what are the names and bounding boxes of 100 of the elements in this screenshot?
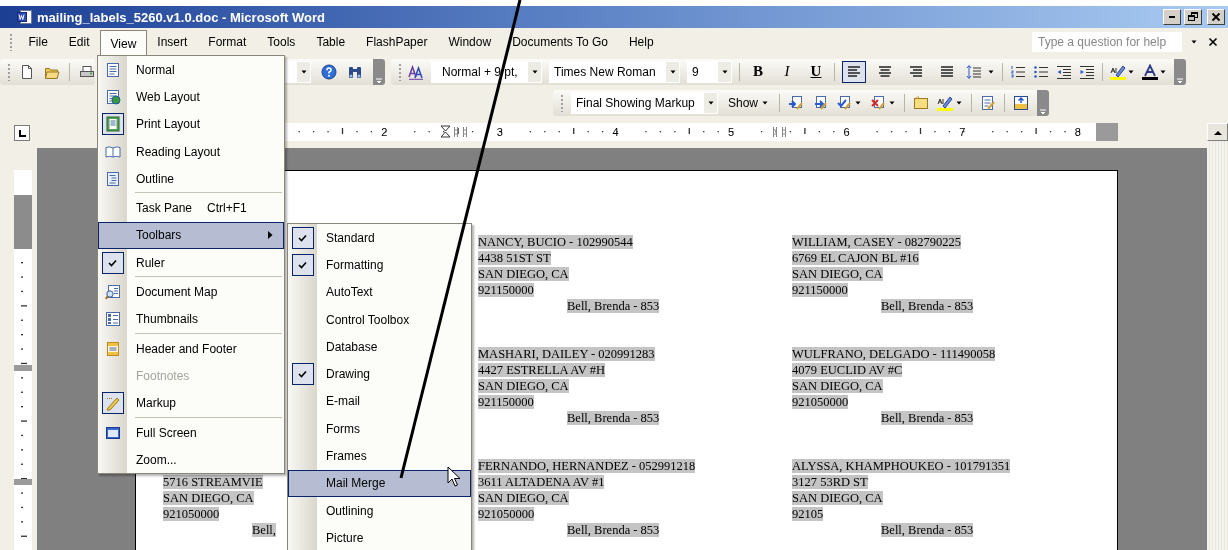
menu-item[interactable]: Picture <box>288 524 471 550</box>
printer-icon[interactable] <box>79 63 95 80</box>
checkmark-icon <box>291 226 314 249</box>
decrease-indent-icon[interactable] <box>1056 63 1072 80</box>
menu-bar-item[interactable]: Table <box>305 30 356 54</box>
numbered-list-icon[interactable] <box>1010 63 1026 80</box>
accept-change-icon[interactable] <box>836 94 853 111</box>
track-changes-icon[interactable] <box>980 94 997 111</box>
menu-item[interactable]: Markup <box>98 389 284 417</box>
style-dropdown[interactable]: Normal + 9 pt, <box>431 60 542 83</box>
checkmark-icon <box>101 251 124 274</box>
dropdown-arrow-icon <box>1190 38 1198 46</box>
close-icon <box>1211 12 1221 22</box>
menu-item[interactable]: Forms <box>288 415 471 443</box>
markup-display-dropdown[interactable]: Final Showing Markup <box>571 91 718 114</box>
highlighter-icon[interactable] <box>1110 63 1126 80</box>
menu-item[interactable]: Outlining <box>288 496 471 525</box>
web-page-icon <box>104 88 121 105</box>
text-style-button[interactable]: I <box>776 63 798 80</box>
menu-bar-item[interactable]: Insert <box>146 30 198 54</box>
document-icon <box>104 61 121 78</box>
menu-bar-item[interactable]: Edit <box>58 30 101 54</box>
font-dropdown[interactable]: Times New Roman <box>549 60 680 83</box>
scroll-up-button[interactable] <box>1207 123 1228 141</box>
ruler-number: 7 <box>959 125 966 139</box>
menu-bar-item[interactable]: Documents To Go <box>501 30 619 54</box>
tab-selector[interactable] <box>14 125 30 141</box>
text-style-button[interactable]: B <box>747 63 769 80</box>
menu-item[interactable]: Print Layout <box>98 110 284 138</box>
ruler-number: 6 <box>843 125 850 139</box>
column-marker-icon[interactable] <box>772 125 788 139</box>
menu-bar-item[interactable]: FlashPaper <box>355 30 438 54</box>
menu-item[interactable]: Full Screen <box>98 418 284 447</box>
menu-item[interactable]: Ruler <box>98 249 284 277</box>
menu-item[interactable]: E-mail <box>288 387 471 416</box>
minimize-button[interactable] <box>1163 9 1181 25</box>
menu-item[interactable]: Mail Merge <box>288 469 471 497</box>
checkmark-icon <box>291 363 314 386</box>
help-icon[interactable] <box>321 63 337 80</box>
menu-bar-item[interactable]: Tools <box>256 30 306 54</box>
menu-item[interactable]: Reading Layout <box>98 137 284 166</box>
header-footer-icon <box>104 340 121 357</box>
menu-item[interactable]: Control Toolbox <box>288 305 471 334</box>
reviewing-pane-icon[interactable] <box>1013 94 1030 111</box>
restore-icon <box>1188 12 1198 22</box>
menu-item[interactable]: Web Layout <box>98 83 284 111</box>
menu-item[interactable]: Toolbars <box>98 221 284 250</box>
text-style-button[interactable]: U <box>805 63 827 80</box>
mouse-pointer-icon <box>447 466 461 488</box>
menu-item[interactable]: Outline <box>98 165 284 193</box>
menu-bar-item[interactable]: Window <box>437 30 502 54</box>
ruler-number: 5 <box>728 125 735 139</box>
show-menu-button[interactable]: Show <box>726 95 772 110</box>
menu-item[interactable]: Normal <box>98 56 284 84</box>
reject-change-icon[interactable] <box>870 94 887 111</box>
menu-item[interactable]: Drawing <box>288 360 471 388</box>
align-left-icon <box>847 66 861 77</box>
menu-bar-item[interactable]: Format <box>197 30 257 54</box>
left-tab-icon <box>18 129 26 137</box>
menu-item[interactable]: Formatting <box>288 251 471 279</box>
column-marker-icon[interactable] <box>453 125 469 139</box>
vertical-scrollbar[interactable] <box>1207 123 1228 550</box>
alignment-button[interactable] <box>842 60 866 83</box>
comment-icon[interactable] <box>913 94 930 111</box>
align-right-icon <box>909 66 923 77</box>
window-title: mailing_labels_5260.v1.0.doc - Microsoft Word <box>37 9 326 25</box>
menu-item[interactable]: AutoText <box>288 278 471 306</box>
restore-button[interactable] <box>1184 9 1202 25</box>
menu-item[interactable]: Zoom... <box>98 446 284 474</box>
ruler-number: 2 <box>381 125 388 139</box>
menu-bar-item[interactable]: File <box>18 30 59 54</box>
menu-item[interactable]: Document Map <box>98 278 284 306</box>
help-search-field[interactable]: Type a question for help <box>1032 32 1182 52</box>
highlighter-icon[interactable] <box>937 94 954 111</box>
styles-icon[interactable] <box>408 63 424 80</box>
new-document-icon[interactable] <box>19 63 35 80</box>
pencil-icon <box>104 395 121 412</box>
next-change-icon[interactable] <box>812 94 829 111</box>
menu-bar-item[interactable]: View <box>100 30 147 57</box>
menu-item[interactable]: Frames <box>288 442 471 470</box>
full-screen-icon <box>104 424 121 441</box>
open-book-icon <box>104 143 121 160</box>
ruler-margin <box>1096 123 1118 141</box>
menu-item[interactable]: Task Pane Ctrl+F1 <box>98 194 284 222</box>
menu-item[interactable]: Header and Footer <box>98 334 284 363</box>
ruler-number: 3 <box>496 125 503 139</box>
font-color-icon[interactable] <box>1142 63 1158 80</box>
thumbnails-icon <box>104 311 121 328</box>
indent-marker-icon[interactable] <box>440 125 451 139</box>
menu-item[interactable]: Standard <box>288 224 471 252</box>
menu-item[interactable]: Thumbnails <box>98 305 284 333</box>
close-document-icon[interactable] <box>1208 37 1218 47</box>
close-button[interactable] <box>1207 9 1225 25</box>
previous-change-icon[interactable] <box>788 94 805 111</box>
bulleted-list-icon[interactable] <box>1033 63 1049 80</box>
word-document-icon <box>17 9 33 25</box>
menu-bar-item[interactable]: Help <box>618 30 665 54</box>
menu-item[interactable]: Database <box>288 333 471 361</box>
font-size-dropdown[interactable]: 9 <box>687 60 732 83</box>
increase-indent-icon[interactable] <box>1079 63 1095 80</box>
